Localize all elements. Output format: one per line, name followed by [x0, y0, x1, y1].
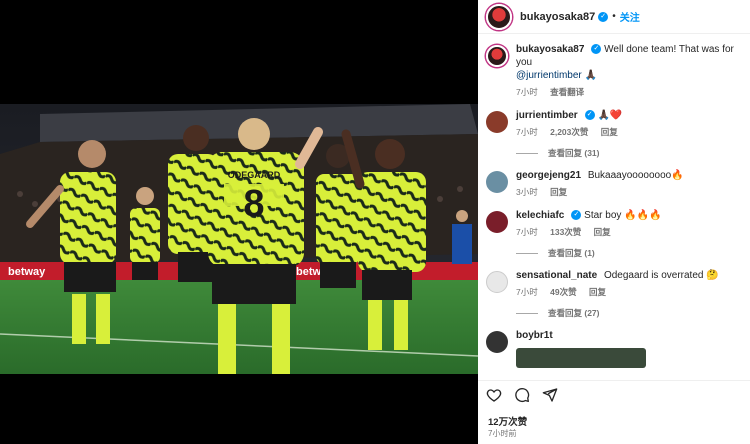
view-replies-label: 查看回复 (27) — [548, 308, 600, 318]
verified-icon: ✓ — [584, 110, 595, 121]
comment-image[interactable] — [516, 348, 646, 368]
comment-time[interactable]: 3小时 — [516, 187, 538, 197]
post-media-area: betway betway ODEGAARD 8 — [0, 0, 478, 444]
comment-likes[interactable]: 133次赞 — [550, 227, 581, 237]
comment-item: georgejeng21 Bukaaayoooooooo🔥 3小时 回复 — [486, 169, 740, 199]
post-header: bukayosaka87 ✓ • 关注 — [478, 0, 750, 34]
comment-item: jurrientimber ✓ 🙏🏿❤️ 7小时 2,203次赞 回复 — [486, 109, 740, 139]
svg-text:ODEGAARD: ODEGAARD — [228, 170, 281, 180]
caption-time[interactable]: 7小时 — [516, 87, 538, 97]
comment-username[interactable]: georgejeng21 — [516, 170, 581, 181]
view-replies-label: 查看回复 (31) — [548, 148, 600, 158]
likes-count[interactable]: 12万次赞 — [488, 414, 527, 428]
comment-time[interactable]: 7小时 — [516, 227, 538, 237]
comment-likes[interactable]: 2,203次赞 — [550, 127, 588, 137]
comment-time[interactable]: 7小时 — [516, 287, 538, 297]
comment-icon[interactable] — [514, 387, 530, 403]
comment-username[interactable]: jurrientimber — [516, 110, 578, 121]
comment-username[interactable]: sensational_nate — [516, 270, 597, 281]
comment-avatar[interactable] — [486, 211, 508, 233]
comment-username[interactable]: kelechiafc — [516, 210, 564, 221]
comment-avatar[interactable] — [486, 331, 508, 353]
separator-dot: • — [612, 11, 616, 22]
reply-button[interactable]: 回复 — [550, 187, 567, 197]
reply-button[interactable]: 回复 — [594, 227, 611, 237]
svg-text:betway: betway — [8, 266, 46, 278]
verified-icon: ✓ — [591, 44, 602, 55]
comment-username[interactable]: boybr1t — [516, 330, 553, 341]
caption-mention[interactable]: @jurrientimber — [516, 70, 582, 81]
author-username[interactable]: bukayosaka87 — [520, 11, 595, 23]
comment-text: Odegaard is overrated 🤔 — [603, 270, 719, 281]
comment-item: kelechiafc ✓ Star boy 🔥🔥🔥 7小时 133次赞 回复 — [486, 209, 740, 239]
caption-username[interactable]: bukayosaka87 — [516, 44, 584, 55]
svg-text:8: 8 — [243, 183, 264, 225]
replies-line — [516, 252, 538, 254]
verified-icon: ✓ — [571, 210, 582, 221]
verified-icon: ✓ — [598, 11, 609, 22]
replies-line — [516, 312, 538, 314]
replies-line — [516, 152, 538, 154]
author-avatar[interactable] — [486, 3, 512, 30]
comments-list[interactable]: bukayosaka87 ✓ Well done team! That was f… — [478, 35, 750, 378]
share-icon[interactable] — [542, 387, 558, 403]
comment-avatar[interactable] — [486, 271, 508, 293]
comment-avatar[interactable] — [486, 111, 508, 133]
reply-button[interactable]: 回复 — [601, 127, 618, 137]
post-details-panel: bukayosaka87 ✓ • 关注 bukayosaka87 ✓ Well d… — [478, 0, 750, 444]
comment-text: Star boy 🔥🔥🔥 — [584, 210, 662, 221]
translate-button[interactable]: 查看翻译 — [550, 87, 584, 97]
caption-avatar[interactable] — [486, 45, 508, 67]
view-replies-label: 查看回复 (1) — [548, 248, 595, 258]
heart-icon[interactable] — [486, 387, 502, 403]
comment-item: sensational_nate Odegaard is overrated 🤔… — [486, 269, 740, 299]
comment-text: 🙏🏿❤️ — [597, 110, 623, 121]
action-bar — [478, 380, 750, 408]
follow-button[interactable]: 关注 — [620, 9, 640, 24]
comment-item: boybr1t — [486, 329, 740, 368]
post-time[interactable]: 7小时前 — [488, 428, 516, 439]
caption-emoji: 🙏🏿 — [584, 70, 597, 81]
comment-text: Bukaaayoooooooo🔥 — [587, 170, 684, 181]
view-replies-button[interactable]: 查看回复 (1) — [516, 247, 740, 259]
comment-avatar[interactable] — [486, 171, 508, 193]
view-replies-button[interactable]: 查看回复 (27) — [516, 307, 740, 319]
post-photo[interactable]: betway betway ODEGAARD 8 — [0, 104, 478, 374]
comment-likes[interactable]: 49次赞 — [550, 287, 576, 297]
comment-time[interactable]: 7小时 — [516, 127, 538, 137]
reply-button[interactable]: 回复 — [589, 287, 606, 297]
football-celebration-image: betway betway ODEGAARD 8 — [0, 104, 478, 374]
view-replies-button[interactable]: 查看回复 (31) — [516, 147, 740, 159]
caption: bukayosaka87 ✓ Well done team! That was f… — [486, 43, 740, 99]
